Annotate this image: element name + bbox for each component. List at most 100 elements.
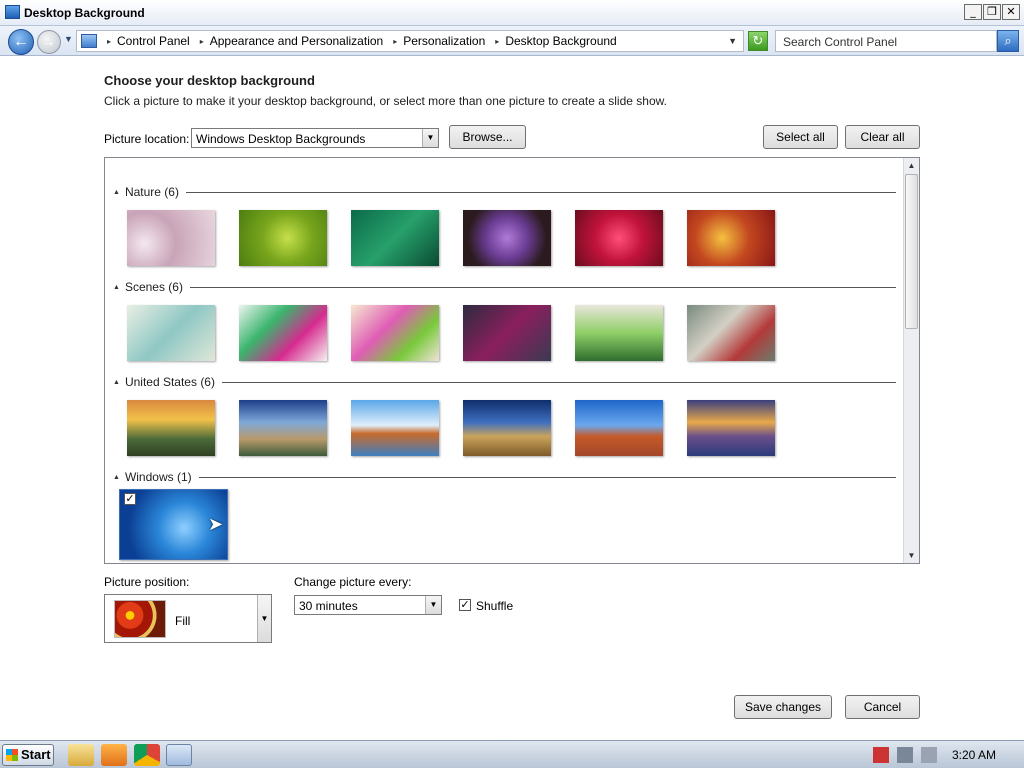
browse-button[interactable]: Browse... [449,125,526,149]
picture-gallery[interactable]: ▲ ▼ ▲ Nature (6) ▲ Scenes (6) ▲ United States… [104,157,920,564]
crumb-control-panel[interactable]: Control Panel [117,34,190,48]
group-header[interactable]: ▲ Nature (6) [113,185,896,199]
picture-position-select[interactable]: Fill ▼ [104,594,272,643]
back-button[interactable]: ← [8,29,34,55]
control-panel-taskbar-icon[interactable] [166,744,192,766]
control-panel-icon [5,5,20,19]
group-name: Windows (1) [124,470,192,484]
start-label: Start [21,747,51,762]
shuffle-label[interactable]: Shuffle [476,599,513,613]
position-preview-image [114,600,166,638]
collapse-triangle-icon[interactable]: ▲ [113,189,120,196]
scrollbar-thumb[interactable] [905,174,918,329]
explorer-icon[interactable] [68,744,94,766]
window-controls: _ ❐ ✕ [964,4,1020,20]
group-divider [189,286,896,288]
wallpaper-thumbnail[interactable] [687,210,775,266]
control-panel-icon [81,34,97,48]
page-title: Choose your desktop background [104,73,315,88]
collapse-triangle-icon[interactable]: ▲ [113,284,120,291]
clear-all-button[interactable]: Clear all [845,125,920,149]
crumb-personalization[interactable]: Personalization [403,34,485,48]
wallpaper-thumbnail[interactable] [687,305,775,361]
address-bar: ← → ▼ ▸ Control Panel ▸ Appearance and P… [0,26,1024,56]
thumbnail-checkbox[interactable]: ✓ [124,493,136,505]
group-name: Scenes (6) [124,280,183,294]
wallpaper-thumbnail[interactable] [575,400,663,456]
change-picture-value: 30 minutes [299,599,358,613]
wallpaper-thumbnail[interactable] [351,305,439,361]
taskbar: Start 3:20 AM [0,740,1024,768]
picture-location-select[interactable]: Windows Desktop Backgrounds ▼ [191,128,439,148]
clock[interactable]: 3:20 AM [952,748,996,762]
change-picture-select[interactable]: 30 minutes ▼ [294,595,442,615]
chevron-right-icon[interactable]: ▸ [393,37,397,46]
media-player-icon[interactable] [101,744,127,766]
address-dropdown-icon[interactable]: ▼ [728,36,737,46]
chevron-down-icon[interactable]: ▼ [257,595,271,642]
recent-pages-chevron-icon[interactable]: ▼ [64,34,73,44]
forward-button[interactable]: → [37,30,61,54]
search-icon[interactable]: ⌕ [997,30,1019,52]
wallpaper-thumbnail[interactable] [127,400,215,456]
collapse-triangle-icon[interactable]: ▲ [113,379,120,386]
restore-button[interactable]: ❐ [983,4,1001,20]
vertical-scrollbar[interactable]: ▲ ▼ [903,158,919,563]
title-bar[interactable]: Desktop Background _ ❐ ✕ [0,0,1024,26]
network-icon[interactable] [897,747,913,763]
wallpaper-thumbnail[interactable] [575,305,663,361]
group-divider [185,191,896,193]
group-header[interactable]: ▲ Windows (1) [113,470,896,484]
group-name: Nature (6) [124,185,179,199]
shuffle-checkbox[interactable]: ✓ [459,599,471,611]
group-divider [221,381,896,383]
chevron-right-icon[interactable]: ▸ [107,37,111,46]
action-center-icon[interactable] [873,747,889,763]
group-name: United States (6) [124,375,215,389]
crumb-appearance[interactable]: Appearance and Personalization [210,34,383,48]
group-divider [198,476,896,478]
crumb-desktop-background[interactable]: Desktop Background [505,34,616,48]
wallpaper-thumbnail[interactable] [687,400,775,456]
wallpaper-thumbnail[interactable] [463,400,551,456]
wallpaper-thumbnail[interactable] [239,305,327,361]
wallpaper-thumbnail[interactable] [575,210,663,266]
picture-position-value: Fill [175,614,191,628]
page-description: Click a picture to make it your desktop … [104,94,667,108]
wallpaper-thumbnail[interactable] [239,210,327,266]
select-all-button[interactable]: Select all [763,125,838,149]
picture-location-value: Windows Desktop Backgrounds [196,132,366,146]
scroll-down-icon[interactable]: ▼ [904,548,919,563]
picture-location-label: Picture location: [104,132,190,146]
save-changes-button[interactable]: Save changes [734,695,832,719]
refresh-button[interactable]: ↻ [748,31,768,51]
wallpaper-thumbnail[interactable] [351,210,439,266]
breadcrumb[interactable]: ▸ Control Panel ▸ Appearance and Persona… [76,30,744,52]
scroll-up-icon[interactable]: ▲ [904,158,919,173]
wallpaper-thumbnail[interactable]: ✓ ➤ [119,489,228,560]
volume-icon[interactable] [921,747,937,763]
wallpaper-thumbnail[interactable] [463,305,551,361]
change-picture-label: Change picture every: [294,575,412,589]
wallpaper-thumbnail[interactable] [463,210,551,266]
wallpaper-thumbnail[interactable] [351,400,439,456]
minimize-button[interactable]: _ [964,4,982,20]
wallpaper-thumbnail[interactable] [239,400,327,456]
close-button[interactable]: ✕ [1002,4,1020,20]
chevron-right-icon[interactable]: ▸ [200,37,204,46]
search-input[interactable]: Search Control Panel [775,30,997,52]
wallpaper-thumbnail[interactable] [127,210,215,266]
cancel-button[interactable]: Cancel [845,695,920,719]
chevron-right-icon[interactable]: ▸ [495,37,499,46]
group-header[interactable]: ▲ Scenes (6) [113,280,896,294]
chevron-down-icon[interactable]: ▼ [422,129,438,147]
group-header[interactable]: ▲ United States (6) [113,375,896,389]
picture-position-label: Picture position: [104,575,190,589]
window-title: Desktop Background [24,6,145,20]
chrome-icon[interactable] [134,744,160,766]
chevron-down-icon[interactable]: ▼ [425,596,441,614]
start-button[interactable]: Start [2,744,54,766]
windows-logo-icon [6,749,18,761]
collapse-triangle-icon[interactable]: ▲ [113,474,120,481]
wallpaper-thumbnail[interactable] [127,305,215,361]
